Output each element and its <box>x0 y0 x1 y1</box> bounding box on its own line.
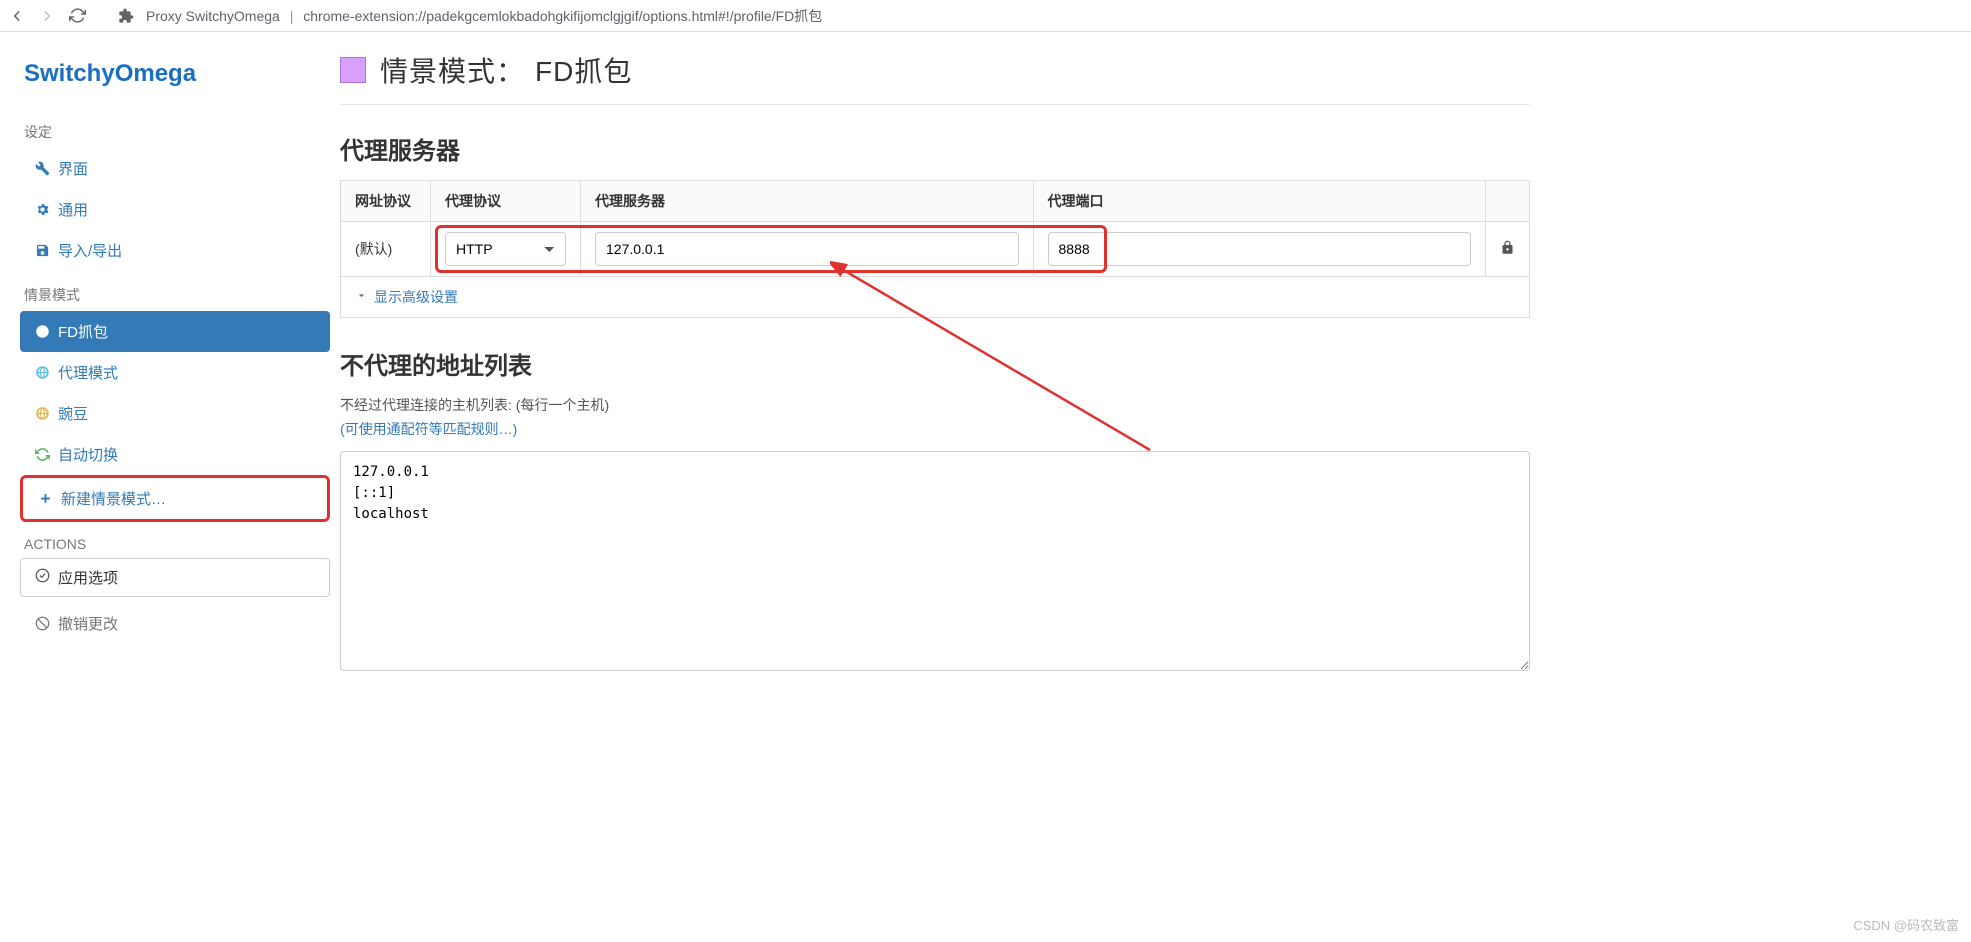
proxy-row-default: (默认) HTTP <box>341 222 1530 277</box>
col-port: 代理端口 <box>1033 181 1486 222</box>
sidebar-item-auto-switch[interactable]: 自动切换 <box>20 434 330 475</box>
bypass-title: 不代理的地址列表 <box>340 346 1530 381</box>
refresh-icon <box>34 447 50 463</box>
gear-icon <box>34 202 50 218</box>
save-icon <box>34 243 50 259</box>
brand-logo[interactable]: SwitchyOmega <box>20 52 330 108</box>
forward-icon[interactable] <box>38 7 56 25</box>
proxy-table: 网址协议 代理协议 代理服务器 代理端口 (默认) HTTP <box>340 180 1530 277</box>
sidebar-item-label: 自动切换 <box>58 444 118 465</box>
plus-icon <box>37 491 53 507</box>
sidebar-item-fd-capture[interactable]: FD抓包 <box>20 311 330 352</box>
ban-icon <box>34 616 50 632</box>
port-input[interactable] <box>1048 232 1472 266</box>
sidebar-item-import-export[interactable]: 导入/导出 <box>20 230 330 271</box>
check-circle-icon <box>35 568 50 587</box>
apply-label: 应用选项 <box>58 567 118 588</box>
sidebar-item-general[interactable]: 通用 <box>20 189 330 230</box>
protocol-select[interactable]: HTTP <box>445 232 566 266</box>
bypass-hint: 不经过代理连接的主机列表: (每行一个主机) <box>340 395 1530 415</box>
apply-button[interactable]: 应用选项 <box>20 558 330 597</box>
globe-icon <box>34 365 50 381</box>
col-protocol: 代理协议 <box>431 181 581 222</box>
proxy-servers-title: 代理服务器 <box>340 131 1530 166</box>
auth-button[interactable] <box>1486 222 1530 277</box>
col-scheme: 网址协议 <box>341 181 431 222</box>
sidebar-item-label: 界面 <box>58 158 88 179</box>
sidebar-item-label: 新建情景模式… <box>61 488 166 509</box>
col-server: 代理服务器 <box>581 181 1034 222</box>
sidebar-item-proxy-mode[interactable]: 代理模式 <box>20 352 330 393</box>
wrench-icon <box>34 161 50 177</box>
sidebar-item-label: 通用 <box>58 199 88 220</box>
discard-button[interactable]: 撤销更改 <box>20 603 330 644</box>
page-title: 情景模式：FD抓包 <box>380 50 632 90</box>
bypass-hint-link[interactable]: (可使用通配符等匹配规则…) <box>340 419 517 439</box>
globe-icon <box>34 324 50 340</box>
sidebar-item-new-profile[interactable]: 新建情景模式… <box>20 475 330 522</box>
show-advanced-button[interactable]: 显示高级设置 <box>340 277 1530 318</box>
watermark: CSDN @码农致富 <box>1853 915 1959 934</box>
scheme-cell: (默认) <box>341 222 431 277</box>
col-lock <box>1486 181 1530 222</box>
sidebar-item-label: FD抓包 <box>58 321 108 342</box>
sidebar-item-label: 豌豆 <box>58 403 88 424</box>
globe-icon <box>34 406 50 422</box>
sidebar: SwitchyOmega 设定 界面 通用 导入/导出 情景模式 FD抓包 <box>0 32 340 704</box>
reload-icon[interactable] <box>68 7 86 25</box>
page-title-text: Proxy SwitchyOmega | chrome-extension://… <box>146 6 822 26</box>
section-actions-label: ACTIONS <box>24 536 330 552</box>
profile-color-swatch[interactable] <box>340 57 366 83</box>
sidebar-item-label: 代理模式 <box>58 362 118 383</box>
sidebar-item-label: 导入/导出 <box>58 240 122 261</box>
sidebar-item-wandou[interactable]: 豌豆 <box>20 393 330 434</box>
discard-label: 撤销更改 <box>58 613 118 634</box>
main-content: 情景模式：FD抓包 代理服务器 网址协议 代理协议 代理服务器 代理端口 <box>340 32 1560 704</box>
bypass-textarea[interactable] <box>340 451 1530 671</box>
section-profiles-label: 情景模式 <box>24 285 330 305</box>
page-header: 情景模式：FD抓包 <box>340 50 1530 105</box>
server-input[interactable] <box>595 232 1019 266</box>
section-settings-label: 设定 <box>24 122 330 142</box>
sidebar-item-interface[interactable]: 界面 <box>20 148 330 189</box>
back-icon[interactable] <box>8 7 26 25</box>
browser-toolbar: Proxy SwitchyOmega | chrome-extension://… <box>0 0 1971 32</box>
chevron-down-icon <box>355 289 368 305</box>
extension-icon <box>118 8 134 24</box>
